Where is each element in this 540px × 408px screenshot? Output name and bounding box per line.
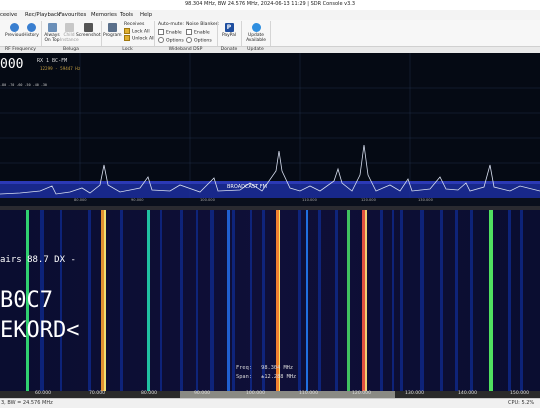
receiver-label: RX 1 BC-FM: [37, 58, 68, 64]
scale-tick: 120.000: [352, 391, 371, 396]
checkbox-icon: [186, 29, 192, 35]
child-window-icon: [64, 23, 74, 32]
group-beluga: Beluga: [63, 47, 79, 52]
scale-tick: 150.000: [510, 391, 529, 396]
axis-label: 110.000: [302, 198, 317, 202]
freq-readout: Freq: 98.304 MHz: [236, 364, 293, 373]
span-value: ±12.288 MHz: [261, 374, 297, 380]
band-label: BROADCAST FM: [227, 184, 267, 190]
program-button[interactable]: Program: [103, 23, 122, 38]
options-icon: [186, 37, 192, 43]
axis-label: 130.000: [418, 198, 433, 202]
span-readout: Span: ±12.288 MHz: [236, 373, 296, 382]
menu-help[interactable]: Help: [140, 12, 152, 18]
automute-enable-checkbox[interactable]: Enable: [158, 29, 182, 37]
status-cpu: CPU: 5.2%: [508, 400, 535, 406]
rds-station-line: airs 88.7 DX -: [0, 255, 76, 265]
menu-tools[interactable]: Tools: [120, 12, 133, 18]
group-update: Update: [247, 47, 264, 52]
spectrum-graph: [0, 53, 540, 206]
unlock-all-button[interactable]: Unlock All: [124, 35, 155, 43]
axis-label: 90.000: [131, 198, 144, 202]
always-on-top-button[interactable]: Always On Top: [43, 23, 61, 43]
ribbon-divider: [270, 21, 271, 46]
scale-tick: 130.000: [405, 391, 424, 396]
scale-tick: 110.000: [299, 391, 318, 396]
noise-blanker-enable-checkbox[interactable]: Enable: [186, 29, 210, 37]
group-lock: Lock: [122, 47, 133, 52]
menu-favourites[interactable]: Favourites: [59, 12, 86, 18]
spectrum-display[interactable]: BROADCAST FM 80.000 90.000 100.000 110.0…: [0, 53, 540, 206]
paypal-icon: P: [224, 23, 234, 32]
menu-receive[interactable]: ceeive: [0, 12, 17, 18]
window-title: 98.304 MHz, BW 24.576 MHz, 2024-06-13 11…: [184, 1, 356, 7]
overview-scale[interactable]: 60.000 70.000 80.000 90.000 100.000 110.…: [0, 391, 540, 398]
program-icon: [107, 23, 117, 32]
scale-tick: 80.000: [141, 391, 158, 396]
ribbon-divider: [101, 21, 102, 46]
freq-label: Freq:: [236, 365, 252, 371]
update-icon: [251, 23, 261, 32]
history-button[interactable]: History: [23, 23, 39, 38]
ribbon-divider: [41, 21, 42, 46]
group-donate: Donate: [220, 47, 238, 52]
group-wideband-dsp: Wideband DSP: [168, 47, 203, 52]
axis-label: 80.000: [74, 198, 87, 202]
history-icon: [26, 23, 36, 32]
span-label: Span:: [236, 374, 252, 380]
noise-blanker-heading: Noise Blanker:: [186, 22, 220, 27]
camera-icon: [83, 23, 93, 32]
ribbon-divider: [241, 21, 242, 46]
scale-tick: 70.000: [89, 391, 106, 396]
receiver-bandwidth: 12299 - 59447 Hz: [40, 66, 81, 71]
paypal-button[interactable]: P PayPal: [220, 23, 238, 38]
previous-button[interactable]: Previous: [5, 23, 24, 38]
previous-icon: [9, 23, 19, 32]
scale-tick: 100.000: [246, 391, 265, 396]
window-pin-icon: [47, 23, 57, 32]
scale-tick: 90.000: [194, 391, 211, 396]
noise-blanker-options-button[interactable]: Options: [186, 37, 212, 45]
ribbon-divider: [217, 21, 218, 46]
freq-value: 98.304 MHz: [261, 365, 294, 371]
scale-tick: 60.000: [35, 391, 52, 396]
group-rf-frequency: RF Frequency: [4, 47, 37, 52]
automute-heading: Auto-mute:: [158, 22, 184, 27]
s-meter-scale: -80 -70 -60 -50 -40 -30: [0, 83, 47, 87]
lock-icon: [124, 28, 130, 34]
status-bandwidth: 3, BW = 24.576 MHz: [1, 400, 53, 406]
menu-rec-playback[interactable]: Rec/Playback: [25, 12, 60, 18]
checkbox-icon: [158, 29, 164, 35]
scale-tick: 140.000: [458, 391, 477, 396]
rds-pi-code: B0C7: [0, 288, 53, 313]
menu-memories[interactable]: Memories: [91, 12, 117, 18]
rds-radiotext: EKORD<: [0, 318, 80, 343]
update-available-button[interactable]: Update Available: [243, 23, 269, 43]
automute-options-button[interactable]: Options: [158, 37, 184, 45]
screenshot-button[interactable]: Screenshot: [76, 23, 101, 38]
unlock-icon: [124, 35, 130, 41]
axis-label: 120.000: [361, 198, 376, 202]
options-icon: [158, 37, 164, 43]
axis-label: 100.000: [200, 198, 215, 202]
ribbon-divider: [154, 21, 155, 46]
vfo-frequency-display[interactable]: 000: [0, 57, 23, 72]
